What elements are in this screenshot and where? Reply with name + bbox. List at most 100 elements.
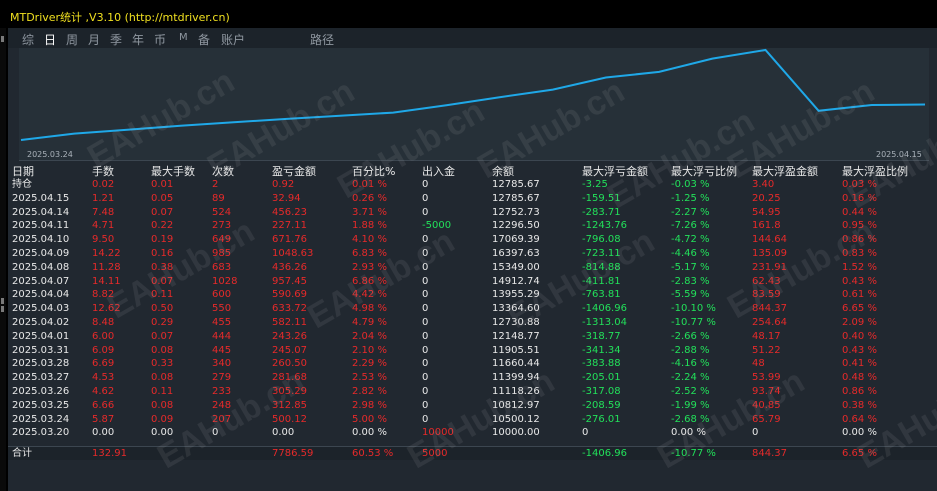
cell-max-float-profit: 254.64	[752, 316, 787, 328]
cell-max-float-profit: 48	[752, 358, 765, 370]
tab-monthly[interactable]: 月	[88, 31, 100, 48]
cell-balance: 11118.26	[492, 385, 540, 397]
cell-percent: 2.10 %	[352, 344, 387, 356]
total-percent: 60.53 %	[352, 448, 394, 459]
cell-lots: 4.62	[92, 385, 115, 397]
total-lots: 132.91	[92, 448, 127, 459]
table-row[interactable]: 2025.03.31 6.09 0.08 445 245.07 2.10 % 0 11905.…	[8, 344, 937, 358]
cell-balance: 12730.88	[492, 316, 540, 328]
cell-max-float-loss-pct: 0.00 %	[671, 427, 706, 439]
tab-currency[interactable]: 币	[154, 31, 166, 48]
cell-max-lots: 0.07	[151, 206, 174, 218]
cell-max-float-profit: 3.40	[752, 179, 775, 190]
tab-weekly[interactable]: 周	[66, 31, 78, 48]
cell-max-float-profit: 40.85	[752, 399, 781, 411]
cell-max-float-profit: 62.43	[752, 275, 781, 287]
cell-max-float-loss: -318.77	[582, 330, 621, 342]
table-row[interactable]: 2025.04.02 8.48 0.29 455 582.11 4.79 % 0 12730.…	[8, 316, 937, 330]
cell-pnl: 500.12	[272, 413, 307, 425]
cell-max-float-profit-pct: 0.40 %	[842, 330, 877, 342]
cell-max-lots: 0.33	[151, 358, 174, 370]
table-row[interactable]: 2025.04.01 6.00 0.07 444 243.26 2.04 % 0 12148.…	[8, 330, 937, 344]
cell-max-float-profit-pct: 0.00 %	[842, 427, 877, 439]
cell-balance: 12785.67	[492, 179, 540, 190]
cell-max-float-loss-pct: -10.10 %	[671, 303, 716, 315]
cell-count: 600	[212, 289, 232, 301]
cell-max-float-profit-pct: 0.43 %	[842, 275, 877, 287]
cell-deposit: 0	[422, 192, 429, 204]
table-row[interactable]: 持仓 0.02 0.01 2 0.92 0.01 % 0 12785.67 -3.25 -0.03…	[8, 178, 937, 192]
cell-max-lots: 0.29	[151, 316, 174, 328]
table-row[interactable]: 2025.03.26 4.62 0.11 233 305.29 2.82 % 0 11118.…	[8, 385, 937, 399]
cell-max-float-profit: 161.8	[752, 220, 781, 232]
table-row[interactable]: 2025.04.08 11.28 0.38 683 436.26 2.93 % 0 15349…	[8, 261, 937, 275]
cell-max-float-profit: 93.74	[752, 385, 781, 397]
cell-max-lots: 0.11	[151, 289, 174, 301]
cell-max-float-loss: -763.81	[582, 289, 621, 301]
chart-end-date: 2025.04.15	[876, 150, 922, 159]
table-row[interactable]: 2025.03.20 0.00 0.00 0 0.00 0.00 % 10000 10000.…	[8, 426, 937, 440]
cell-deposit: 0	[422, 372, 429, 384]
table-row[interactable]: 2025.04.11 4.71 0.22 273 227.11 1.88 % -5000 12…	[8, 219, 937, 233]
cell-date: 持仓	[12, 179, 32, 190]
cell-balance: 17069.39	[492, 234, 540, 246]
table-row[interactable]: 2025.03.25 6.66 0.08 248 312.85 2.98 % 0 10812.…	[8, 399, 937, 413]
tab-quarterly[interactable]: 季	[110, 31, 122, 48]
table-row[interactable]: 2025.04.10 9.50 0.19 649 671.76 4.10 % 0 17069.…	[8, 233, 937, 247]
cell-max-float-profit-pct: 0.86 %	[842, 385, 877, 397]
cell-max-float-loss-pct: -2.27 %	[671, 206, 710, 218]
tab-account[interactable]: 账户	[221, 31, 245, 48]
tab-daily[interactable]: 日	[44, 31, 56, 48]
header-max-float-profit-pct: 最大浮盈比例	[842, 165, 908, 178]
cell-pnl: 957.45	[272, 275, 307, 287]
table-row[interactable]: 2025.04.14 7.48 0.07 524 456.23 3.71 % 0 12752.…	[8, 206, 937, 220]
header-date: 日期	[12, 165, 34, 178]
tab-notes[interactable]: 备	[198, 31, 210, 48]
total-deposit: 5000	[422, 448, 448, 459]
tab-overview[interactable]: 综	[22, 31, 34, 48]
cell-balance: 11660.44	[492, 358, 540, 370]
table-row[interactable]: 2025.03.27 4.53 0.08 279 281.68 2.53 % 0 11399.…	[8, 371, 937, 385]
cell-lots: 6.00	[92, 330, 115, 342]
cell-lots: 0.02	[92, 179, 115, 190]
cell-deposit: 0	[422, 275, 429, 287]
cell-balance: 12752.73	[492, 206, 540, 218]
cell-deposit: 0	[422, 385, 429, 397]
tab-yearly[interactable]: 年	[132, 31, 144, 48]
cell-count: 273	[212, 220, 232, 232]
table-row[interactable]: 2025.04.09 14.22 0.16 985 1048.63 6.83 % 0 1639…	[8, 247, 937, 261]
cell-max-lots: 0.22	[151, 220, 174, 232]
cell-count: 455	[212, 316, 232, 328]
cell-max-float-loss: -383.88	[582, 358, 621, 370]
cell-max-float-profit-pct: 0.48 %	[842, 372, 877, 384]
header-max-float-loss-pct: 最大浮亏比例	[671, 165, 737, 178]
cell-deposit: 0	[422, 206, 429, 218]
table-row[interactable]: 2025.03.28 6.69 0.33 340 260.50 2.29 % 0 11660.…	[8, 357, 937, 371]
cell-max-float-loss-pct: -1.99 %	[671, 399, 710, 411]
table-row[interactable]: 2025.04.15 1.21 0.05 89 32.94 0.26 % 0 12785.67…	[8, 192, 937, 206]
cell-pnl: 1048.63	[272, 247, 314, 259]
table-row[interactable]: 2025.04.07 14.11 0.07 1028 957.45 6.86 % 0 1491…	[8, 275, 937, 289]
header-count: 次数	[212, 165, 234, 178]
cell-count: 248	[212, 399, 232, 411]
table-header: 日期 手数 最大手数 次数 盈亏金额 百分比% 出入金 余额 最大浮亏金额 最大浮亏比例 最大浮盈金…	[8, 163, 937, 178]
cell-pnl: 227.11	[272, 220, 307, 232]
header-percent: 百分比%	[352, 165, 396, 178]
table-row[interactable]: 2025.04.03 12.62 0.50 550 633.72 4.98 % 0 13364…	[8, 302, 937, 316]
cell-date: 2025.04.04	[12, 289, 70, 301]
cell-max-float-profit-pct: 0.64 %	[842, 413, 877, 425]
cell-max-lots: 0.08	[151, 372, 174, 384]
cell-max-float-loss-pct: -5.17 %	[671, 261, 710, 273]
tab-path[interactable]: 路径	[310, 31, 334, 48]
cell-max-lots: 0.50	[151, 303, 174, 315]
table-row[interactable]: 2025.03.24 5.87 0.09 207 500.12 5.00 % 0 10500.…	[8, 413, 937, 427]
tab-m[interactable]: M	[179, 32, 188, 43]
header-deposit: 出入金	[422, 165, 455, 178]
cell-deposit: 0	[422, 330, 429, 342]
cell-balance: 16397.63	[492, 247, 540, 259]
cell-max-float-profit-pct: 0.61 %	[842, 289, 877, 301]
table-row[interactable]: 2025.04.04 8.82 0.11 600 590.69 4.42 % 0 13955.…	[8, 288, 937, 302]
cell-count: 340	[212, 358, 232, 370]
cell-balance: 11399.94	[492, 372, 540, 384]
cell-deposit: 0	[422, 261, 429, 273]
